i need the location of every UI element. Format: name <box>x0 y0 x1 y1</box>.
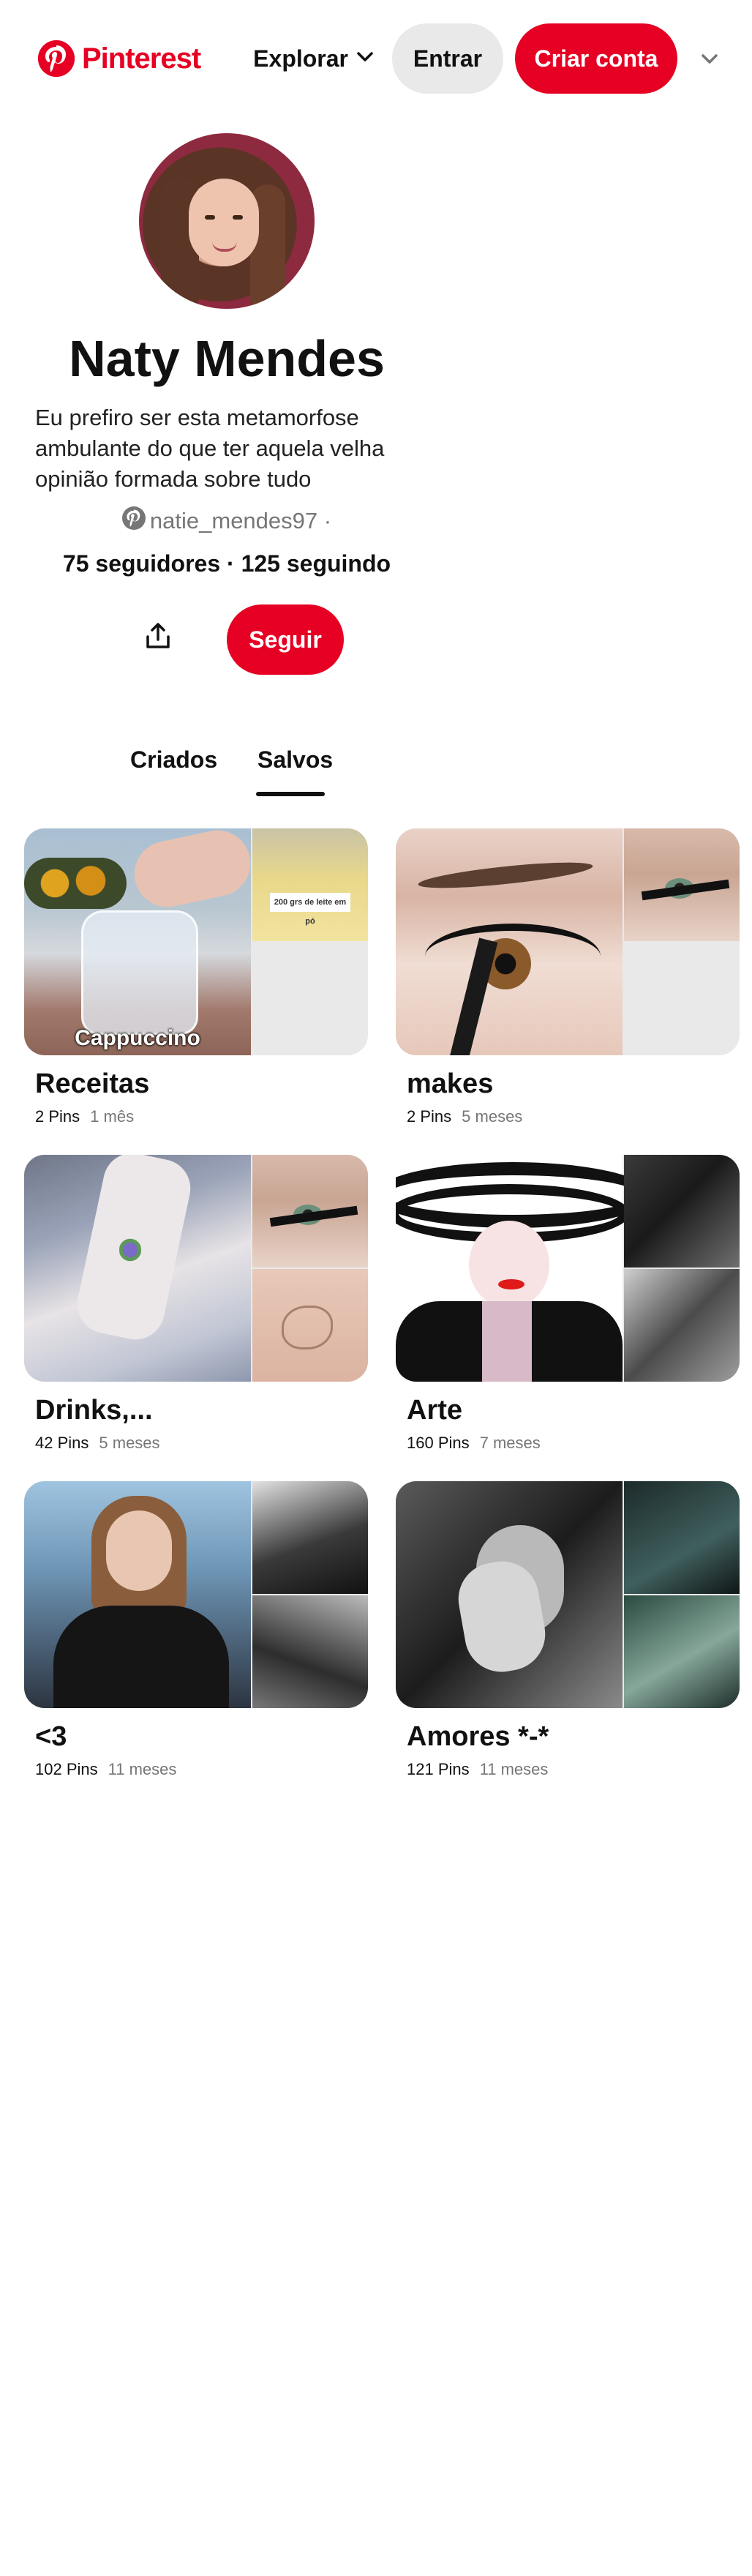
board-cover-bottom-image <box>624 1269 740 1382</box>
board-pin-count: 121 Pins <box>407 1760 470 1778</box>
board-meta: 121 Pins 11 meses <box>407 1760 740 1779</box>
board-cover-main-image <box>24 1155 251 1382</box>
board-title: Amores *-* <box>407 1721 549 1752</box>
board-cover-top-image <box>252 1155 368 1268</box>
board-cover-main-image: Cappuccino <box>24 828 257 1055</box>
board-age: 5 meses <box>99 1434 160 1452</box>
cover-hand <box>128 828 257 913</box>
board-meta: 102 Pins 11 meses <box>35 1760 368 1779</box>
tab-salvos[interactable]: Salvos <box>257 746 333 774</box>
share-icon <box>143 622 173 655</box>
board-title: Receitas <box>35 1068 150 1099</box>
board-title: makes <box>407 1068 494 1099</box>
board-cover-bottom-image <box>624 1595 740 1708</box>
board-age: 7 meses <box>479 1434 541 1452</box>
board-cover-top-image <box>624 1155 740 1268</box>
follow-stats[interactable]: 75 seguidores · 125 seguindo <box>0 550 454 577</box>
board-card-makes[interactable]: makes 2 Pins 5 meses <box>396 828 740 1126</box>
board-pin-count: 2 Pins <box>407 1107 452 1126</box>
cover-flowers <box>24 858 127 909</box>
pinterest-logo-icon <box>38 40 75 77</box>
explore-menu-button[interactable]: Explorar <box>253 45 375 72</box>
board-cover <box>24 1155 368 1382</box>
board-pin-count: 160 Pins <box>407 1434 470 1452</box>
explore-label: Explorar <box>253 45 348 72</box>
board-cover-main-image <box>396 1155 652 1382</box>
login-button[interactable]: Entrar <box>392 23 503 94</box>
board-card-amores[interactable]: Amores *-* 121 Pins 11 meses <box>396 1481 740 1779</box>
cover-body <box>396 1301 623 1382</box>
board-cover-top-image: 200 grs de leite em pó <box>252 828 368 941</box>
board-title: Drinks,... <box>35 1395 153 1426</box>
board-card-drinks[interactable]: Drinks,... 42 Pins 5 meses <box>24 1155 368 1453</box>
more-options-chevron-icon[interactable] <box>696 45 723 72</box>
board-meta: 2 Pins 5 meses <box>407 1107 740 1126</box>
cover-face <box>106 1510 172 1591</box>
profile-tabs: Criados Salvos <box>0 746 454 798</box>
profile-handle[interactable]: natie_mendes97 · <box>0 506 454 536</box>
board-cover-bottom-image <box>252 1595 368 1708</box>
pinterest-small-icon <box>121 506 146 536</box>
board-age: 11 meses <box>479 1760 549 1778</box>
board-meta: 2 Pins 1 mês <box>35 1107 368 1126</box>
pinterest-logo[interactable]: Pinterest <box>38 40 201 77</box>
avatar-face <box>189 179 259 266</box>
board-cover: Cappuccino 200 grs de leite em pó <box>24 828 368 1055</box>
profile-name: Naty Mendes <box>69 330 385 387</box>
board-card-heart[interactable]: <3 102 Pins 11 meses <box>24 1481 368 1779</box>
board-cover-empty-slot <box>624 943 740 1055</box>
board-cover-bottom-image <box>252 1269 368 1382</box>
board-cover-main-image <box>396 828 623 1055</box>
board-pin-count: 42 Pins <box>35 1434 89 1452</box>
logo-text: Pinterest <box>82 42 201 75</box>
avatar-eye-right <box>233 215 243 220</box>
board-cover-empty-slot <box>252 943 368 1055</box>
board-cover-main-image <box>24 1481 251 1708</box>
board-cover-top-image <box>624 828 740 941</box>
cover-tag: 200 grs de leite em pó <box>270 893 350 926</box>
cover-jacket <box>53 1606 229 1708</box>
top-nav: Pinterest Explorar Entrar Criar conta <box>0 0 752 117</box>
profile-handle-text: natie_mendes97 · <box>149 508 332 533</box>
profile-bio: Eu prefiro ser esta metamorfose ambulant… <box>35 405 385 492</box>
board-age: 1 mês <box>90 1107 135 1126</box>
board-cover-top-image <box>624 1481 740 1594</box>
board-cover <box>396 1155 740 1382</box>
chevron-down-icon <box>356 45 375 72</box>
follow-button[interactable]: Seguir <box>227 604 344 675</box>
signup-button[interactable]: Criar conta <box>515 23 677 94</box>
board-card-arte[interactable]: Arte 160 Pins 7 meses <box>396 1155 740 1453</box>
tab-criados[interactable]: Criados <box>130 746 217 774</box>
board-meta: 42 Pins 5 meses <box>35 1434 368 1453</box>
avatar-eye-left <box>205 215 215 220</box>
board-meta: 160 Pins 7 meses <box>407 1434 740 1453</box>
profile-page: Pinterest Explorar Entrar Criar conta Na… <box>0 0 752 2576</box>
profile-avatar <box>139 133 315 309</box>
cover-brow <box>417 857 594 894</box>
board-cover-main-image <box>396 1481 623 1708</box>
board-cover <box>396 1481 740 1708</box>
board-age: 11 meses <box>108 1760 177 1778</box>
board-pin-count: 2 Pins <box>35 1107 80 1126</box>
cover-caption: Cappuccino <box>75 1026 200 1050</box>
active-tab-indicator <box>256 792 325 796</box>
board-cover <box>24 1481 368 1708</box>
cover-flower-tattoo <box>119 1235 141 1265</box>
board-cover-top-image <box>252 1481 368 1594</box>
cover-face <box>469 1221 549 1308</box>
board-title: Arte <box>407 1395 463 1426</box>
board-age: 5 meses <box>462 1107 523 1126</box>
cover-jar <box>81 910 198 1035</box>
share-button[interactable] <box>136 616 180 660</box>
board-cover <box>396 828 740 1055</box>
board-pin-count: 102 Pins <box>35 1760 98 1778</box>
board-title: <3 <box>35 1721 67 1752</box>
cover-lips <box>498 1279 524 1289</box>
cover-line-tattoo <box>282 1306 333 1349</box>
board-card-receitas[interactable]: Cappuccino 200 grs de leite em pó Receit… <box>24 828 368 1126</box>
